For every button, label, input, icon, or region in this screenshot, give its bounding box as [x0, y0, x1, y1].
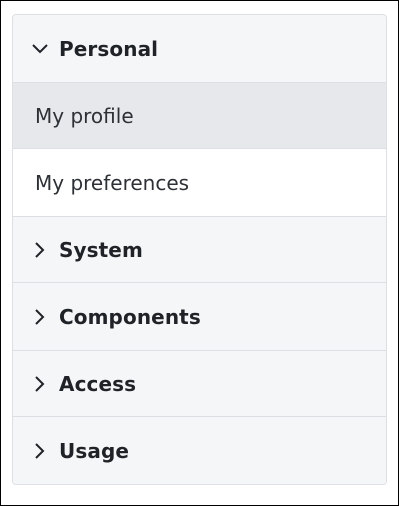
section-access-label: Access: [59, 371, 137, 396]
nav-item-my-profile-label: My profile: [35, 103, 134, 128]
section-personal-header[interactable]: Personal: [13, 15, 386, 83]
chevron-right-icon: [29, 239, 51, 261]
chevron-right-icon: [29, 373, 51, 395]
nav-item-my-preferences[interactable]: My preferences: [13, 149, 386, 217]
chevron-down-icon: [29, 38, 51, 60]
nav-item-my-profile[interactable]: My profile: [13, 83, 386, 149]
section-usage-header[interactable]: Usage: [13, 417, 386, 484]
section-system-header[interactable]: System: [13, 217, 386, 283]
section-personal-label: Personal: [59, 36, 159, 61]
section-components-header[interactable]: Components: [13, 283, 386, 351]
nav-item-my-preferences-label: My preferences: [35, 170, 190, 195]
section-access-header[interactable]: Access: [13, 351, 386, 417]
section-usage-label: Usage: [59, 438, 130, 463]
section-system-label: System: [59, 237, 143, 262]
settings-nav-panel: Personal My profile My preferences Syste…: [12, 14, 387, 485]
section-components-label: Components: [59, 304, 201, 329]
chevron-right-icon: [29, 440, 51, 462]
chevron-right-icon: [29, 306, 51, 328]
window-frame: Personal My profile My preferences Syste…: [0, 0, 399, 506]
